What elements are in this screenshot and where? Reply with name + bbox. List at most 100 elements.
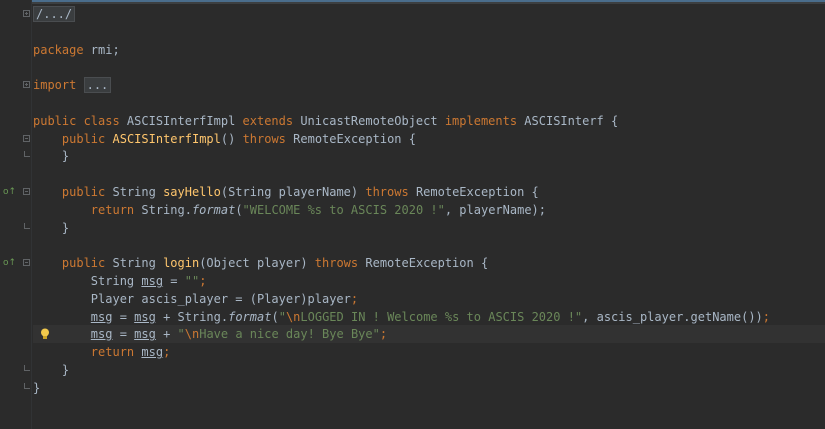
code-token: extends: [242, 113, 294, 128]
code-token: ASCISInterfImpl: [119, 113, 243, 128]
fold-end-icon[interactable]: [24, 151, 30, 158]
code-token: "WELCOME %s to ASCIS 2020 !": [242, 202, 445, 217]
code-line[interactable]: public ASCISInterfImpl() throws RemoteEx…: [33, 130, 825, 148]
collapsed-region[interactable]: ...: [83, 77, 112, 94]
code-token: +: [155, 327, 178, 342]
code-token: msg: [90, 327, 113, 342]
code-line[interactable]: msg = msg + "\nHave a nice day! Bye Bye"…: [33, 325, 825, 344]
code-token: \n: [285, 309, 301, 324]
code-line[interactable]: [33, 165, 825, 183]
code-line[interactable]: }: [33, 147, 825, 165]
code-token: format: [191, 202, 236, 217]
code-token: package: [33, 42, 84, 57]
code-token: ;: [163, 345, 171, 360]
code-token: public: [61, 131, 106, 146]
code-token: public: [61, 185, 106, 199]
code-token: msg: [134, 309, 156, 324]
code-token: msg: [90, 309, 113, 324]
collapse-fold-icon[interactable]: [23, 134, 30, 142]
code-token: implements: [444, 113, 518, 128]
code-token: return: [90, 345, 135, 360]
code-line[interactable]: Player ascis_player = (Player)player;: [33, 290, 825, 308]
collapse-fold-icon[interactable]: [23, 188, 30, 195]
code-token: ;: [379, 327, 388, 342]
code-token: login: [163, 256, 200, 271]
code-token: String: [33, 274, 142, 288]
code-token: sayHello: [163, 185, 221, 199]
code-token: }: [33, 363, 70, 377]
code-line[interactable]: return msg;: [33, 343, 825, 361]
code-token: msg: [141, 274, 164, 288]
code-token: throws: [242, 131, 286, 146]
code-line[interactable]: public String sayHello(String playerName…: [33, 183, 825, 201]
code-token: ASCISInterfImpl: [112, 131, 221, 146]
code-token: ASCISInterf {: [517, 113, 619, 128]
collapse-fold-icon[interactable]: [23, 259, 30, 267]
code-token: RemoteException {: [408, 185, 539, 199]
code-token: Have a nice day! Bye Bye": [199, 327, 380, 342]
code-token: LOGGED IN ! Welcome %s to ASCIS 2020 !": [300, 309, 583, 324]
code-line[interactable]: [33, 236, 825, 254]
code-token: Player ascis_player = (Player)player: [33, 291, 351, 306]
code-token: \n: [184, 327, 200, 342]
code-token: RemoteException {: [358, 256, 489, 271]
code-token: String.: [134, 202, 192, 217]
code-token: (Object player): [199, 256, 315, 271]
code-token: ;: [350, 291, 359, 306]
code-line[interactable]: public class ASCISInterfImpl extends Uni…: [33, 112, 825, 130]
fold-end-icon[interactable]: [24, 365, 30, 371]
code-token: (: [271, 309, 279, 324]
code-line[interactable]: }: [33, 219, 825, 237]
code-token: }: [33, 149, 70, 164]
code-line[interactable]: }: [33, 361, 825, 379]
code-token: ": [278, 309, 286, 324]
code-token: import: [33, 78, 77, 93]
code-token: ": [177, 327, 185, 342]
code-line[interactable]: return String.format("WELCOME %s to ASCI…: [33, 201, 825, 219]
fold-end-icon[interactable]: [24, 222, 30, 229]
expand-fold-icon[interactable]: [23, 10, 30, 17]
code-token: throws: [365, 185, 409, 199]
code-token: (String playerName): [220, 185, 366, 199]
fold-end-icon[interactable]: [24, 382, 30, 389]
code-line[interactable]: import ...: [33, 76, 825, 94]
code-token: =: [112, 327, 135, 342]
code-token: }: [33, 380, 41, 395]
code-token: public class: [33, 113, 120, 128]
code-token: =: [163, 274, 185, 288]
code-token: , ascis_player.getName()): [582, 309, 763, 324]
code-line[interactable]: /.../: [33, 5, 825, 23]
code-token: String: [105, 185, 164, 199]
override-implements-icon[interactable]: o↑: [3, 187, 16, 197]
override-implements-icon[interactable]: o↑: [3, 258, 16, 268]
lightbulb-icon[interactable]: [40, 328, 50, 340]
code-line[interactable]: [33, 94, 825, 112]
code-line[interactable]: String msg = "";: [33, 272, 825, 290]
collapsed-region[interactable]: /.../: [33, 6, 76, 22]
code-token: ;: [762, 309, 771, 324]
code-line[interactable]: [33, 23, 825, 41]
code-token: RemoteException {: [285, 131, 416, 146]
expand-fold-icon[interactable]: [23, 81, 30, 89]
code-token: , playerName);: [444, 202, 546, 217]
code-token: ;: [199, 274, 207, 288]
code-line[interactable]: public String login(Object player) throw…: [33, 254, 825, 272]
code-token: format: [228, 309, 272, 324]
code-line[interactable]: [33, 58, 825, 76]
code-token: throws: [314, 256, 359, 271]
code-line[interactable]: package rmi;: [33, 41, 825, 59]
code-editor[interactable]: /.../ package rmi; import ... public class …: [33, 0, 825, 429]
code-token: }: [33, 220, 70, 235]
code-token: String: [105, 256, 164, 271]
code-line[interactable]: }: [33, 379, 825, 397]
code-token: (: [235, 202, 243, 217]
code-line[interactable]: msg = msg + String.format("\nLOGGED IN !…: [33, 308, 825, 326]
